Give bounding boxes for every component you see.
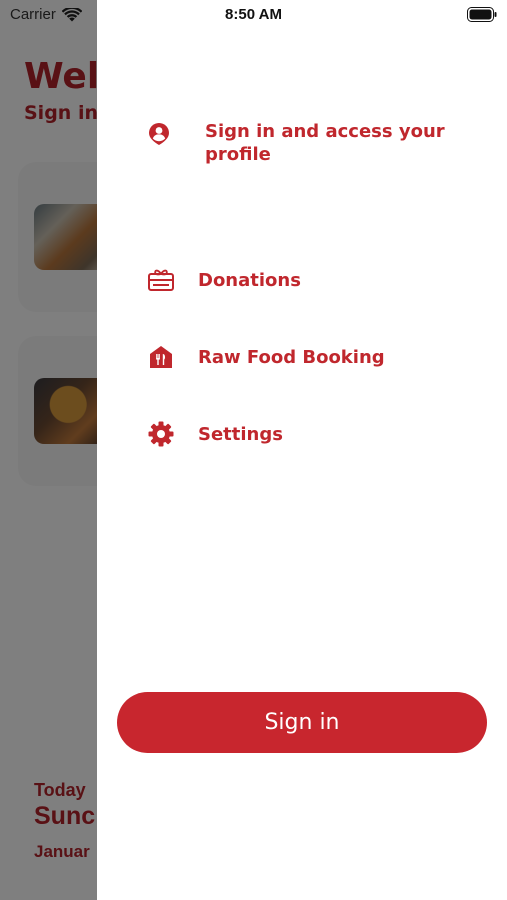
menu-item-label: Sign in and access your profile: [205, 121, 445, 165]
battery-icon: [467, 7, 497, 22]
menu-item-donations[interactable]: Donations: [147, 266, 301, 294]
menu-item-label: Settings: [198, 424, 283, 445]
status-bar: Carrier 8:50 AM: [0, 0, 507, 30]
sign-in-button[interactable]: Sign in: [117, 692, 487, 753]
menu-item-signin-profile[interactable]: Sign in and access your profile: [145, 120, 465, 166]
menu-item-label: Donations: [198, 270, 301, 291]
store-utensils-icon: [147, 343, 175, 371]
status-time: 8:50 AM: [225, 6, 282, 23]
user-circle-icon: [145, 120, 173, 148]
gear-icon: [147, 420, 175, 448]
navigation-drawer: Sign in and access your profile Donation…: [97, 0, 507, 900]
gift-card-icon: [147, 266, 175, 294]
menu-item-raw-food-booking[interactable]: Raw Food Booking: [147, 343, 385, 371]
menu-item-label: Raw Food Booking: [198, 347, 385, 368]
menu-item-settings[interactable]: Settings: [147, 420, 283, 448]
